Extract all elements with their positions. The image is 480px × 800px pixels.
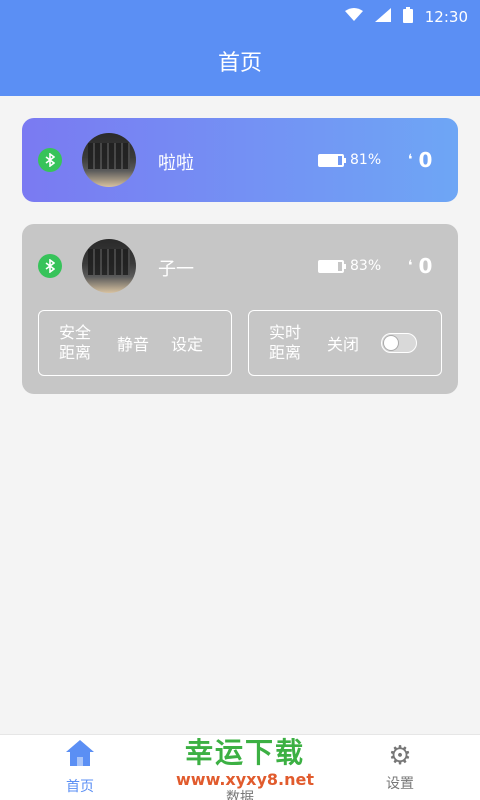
watermark-title: 幸运下载 xyxy=(184,736,305,769)
set-button[interactable]: 设定 xyxy=(171,331,203,355)
realtime-distance-toggle[interactable] xyxy=(381,333,418,353)
watermark-url: www.xyxy8.net xyxy=(176,770,314,789)
signal-icon xyxy=(374,8,391,26)
realtime-distance-label: 实时距离 xyxy=(268,323,301,362)
page-title: 首页 xyxy=(217,51,262,76)
device-name: 啦啦 xyxy=(158,153,194,174)
bluetooth-icon xyxy=(38,254,62,278)
tab-settings-label: 设置 xyxy=(386,776,414,792)
tab-settings[interactable]: ⚙ 设置 xyxy=(340,735,460,800)
battery-fill xyxy=(320,261,339,271)
avatar xyxy=(82,239,136,293)
safe-distance-label: 安全距离 xyxy=(58,323,91,362)
mute-button[interactable]: 静音 xyxy=(117,331,149,355)
battery-icon xyxy=(318,153,346,167)
safe-distance-panel: 安全距离 静音 设定 xyxy=(38,310,232,376)
tab-home-label: 首页 xyxy=(66,779,94,795)
device-card[interactable]: 子一 83% ❛ 0 安全距离 静音 设定 实时距离 关闭 xyxy=(22,224,458,394)
app-bar: 首页 xyxy=(0,32,480,96)
footprint-icon: ❛ xyxy=(408,152,413,168)
battery-fill xyxy=(320,155,338,165)
step-count: ❛ 0 xyxy=(408,148,432,172)
home-icon xyxy=(20,739,140,776)
battery-status: 83% xyxy=(318,258,381,274)
battery-text: 83% xyxy=(350,258,382,274)
status-icons: 12:30 xyxy=(344,7,468,27)
step-value: 0 xyxy=(418,148,433,172)
device-name: 子一 xyxy=(158,259,194,280)
battery-text: 81% xyxy=(350,152,382,168)
battery-status: 81% xyxy=(318,152,381,168)
battery-icon xyxy=(318,259,346,273)
wifi-icon xyxy=(344,8,363,26)
avatar xyxy=(82,133,136,187)
realtime-distance-panel: 实时距离 关闭 xyxy=(248,310,442,376)
status-time: 12:30 xyxy=(424,8,468,26)
off-label: 关闭 xyxy=(327,335,360,354)
watermark: 幸运下载 www.xyxy8.net xyxy=(165,736,325,789)
step-count: ❛ 0 xyxy=(408,254,432,278)
gear-icon: ⚙ xyxy=(388,741,412,771)
device-card[interactable]: 啦啦 81% ❛ 0 xyxy=(22,118,458,202)
footprint-icon: ❛ xyxy=(408,258,413,274)
battery-icon xyxy=(402,7,413,27)
step-value: 0 xyxy=(418,254,433,278)
toggle-knob xyxy=(384,336,399,350)
status-bar: 12:30 xyxy=(0,0,480,32)
bluetooth-icon xyxy=(38,148,62,172)
tab-home[interactable]: 首页 xyxy=(20,735,140,800)
